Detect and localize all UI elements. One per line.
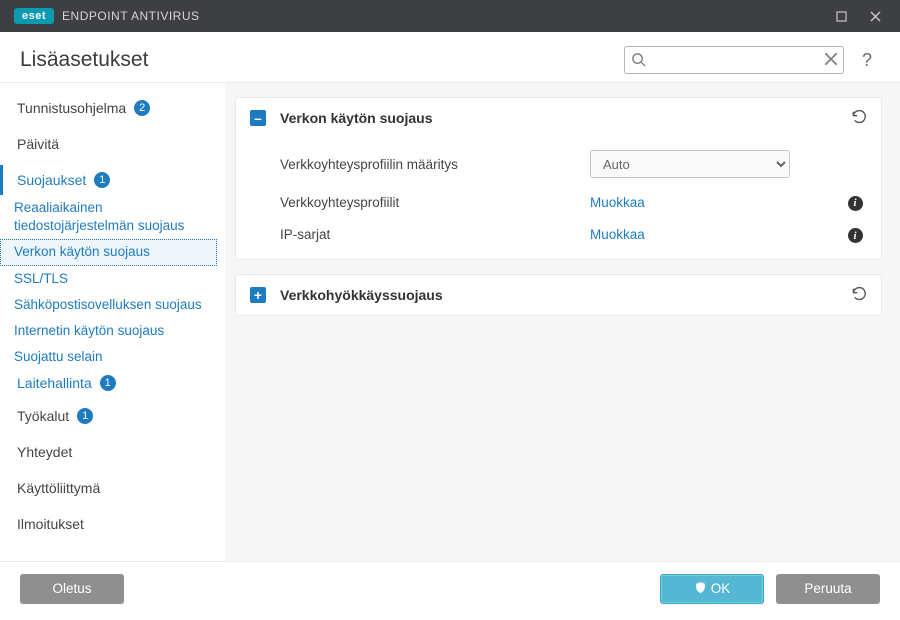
brand-badge: eset <box>14 8 54 24</box>
clear-search-icon[interactable] <box>824 52 838 71</box>
row-profiles: Verkkoyhteysprofiilit Muokkaa i <box>236 186 881 219</box>
sidebar-sub-network-protection[interactable]: Verkon käytön suojaus <box>0 239 217 265</box>
sidebar-item-label: Laitehallinta <box>17 375 92 391</box>
sidebar: Tunnistusohjelma 2 Päivitä Suojaukset 1 … <box>0 83 225 561</box>
row-label: IP-sarjat <box>280 227 590 242</box>
edit-ipsets-link[interactable]: Muokkaa <box>590 227 645 242</box>
sidebar-item-update[interactable]: Päivitä <box>0 129 217 159</box>
row-label: Verkkoyhteysprofiilin määritys <box>280 157 590 172</box>
titlebar: eset ENDPOINT ANTIVIRUS <box>0 0 900 32</box>
main-content: – Verkon käytön suojaus Verkkoyhteysprof… <box>225 83 900 561</box>
info-icon[interactable]: i <box>845 227 865 244</box>
expand-icon: + <box>250 287 266 303</box>
window-maximize-icon[interactable] <box>824 0 858 32</box>
sidebar-item-label: Tunnistusohjelma <box>17 100 126 116</box>
panel-header-network-attack-protection[interactable]: + Verkkohyökkäyssuojaus <box>236 275 881 315</box>
undo-icon[interactable] <box>850 108 867 128</box>
sidebar-item-notifications[interactable]: Ilmoitukset <box>0 509 217 539</box>
info-icon[interactable]: i <box>845 194 865 211</box>
panel-title: Verkkohyökkäyssuojaus <box>280 287 443 303</box>
row-ip-sets: IP-sarjat Muokkaa i <box>236 219 881 252</box>
sidebar-item-label: Suojaukset <box>17 172 86 188</box>
sidebar-item-label: Yhteydet <box>17 444 72 460</box>
page-title: Lisäasetukset <box>20 48 148 72</box>
ok-label: OK <box>711 581 731 596</box>
panel-title: Verkon käytön suojaus <box>280 110 433 126</box>
sidebar-item-label: Työkalut <box>17 408 69 424</box>
sidebar-item-tools[interactable]: Työkalut 1 <box>0 401 217 431</box>
sidebar-item-label: Käyttöliittymä <box>17 480 100 496</box>
profile-assignment-select[interactable]: Auto <box>590 150 790 178</box>
badge: 1 <box>94 172 110 188</box>
search-wrap <box>624 46 844 74</box>
sidebar-sub-secure-browser[interactable]: Suojattu selain <box>0 344 217 370</box>
sidebar-sub-ssl-tls[interactable]: SSL/TLS <box>0 266 217 292</box>
sidebar-sub-realtime-fs[interactable]: Reaaliaikainen tiedostojärjestelmän suoj… <box>0 195 217 239</box>
sidebar-item-label: Ilmoitukset <box>17 516 84 532</box>
help-icon[interactable]: ? <box>854 50 880 71</box>
footer: Oletus OK Peruuta <box>0 561 900 615</box>
shield-icon <box>694 581 707 597</box>
product-name: ENDPOINT ANTIVIRUS <box>62 9 199 23</box>
badge: 1 <box>100 375 116 391</box>
row-profile-assignment: Verkkoyhteysprofiilin määritys Auto <box>236 142 881 186</box>
default-button[interactable]: Oletus <box>20 574 124 604</box>
panel-network-attack-protection: + Verkkohyökkäyssuojaus <box>235 274 882 316</box>
sidebar-item-detection-engine[interactable]: Tunnistusohjelma 2 <box>0 93 217 123</box>
sidebar-item-connections[interactable]: Yhteydet <box>0 437 217 467</box>
sidebar-sub-device-control[interactable]: Laitehallinta 1 <box>0 371 217 395</box>
panel-header-network-protection[interactable]: – Verkon käytön suojaus <box>236 98 881 138</box>
badge: 2 <box>134 100 150 116</box>
cancel-button[interactable]: Peruuta <box>776 574 880 604</box>
sidebar-item-protections[interactable]: Suojaukset 1 <box>0 165 217 195</box>
collapse-icon: – <box>250 110 266 126</box>
window-close-icon[interactable] <box>858 0 892 32</box>
search-icon <box>631 52 646 72</box>
ok-button[interactable]: OK <box>660 574 764 604</box>
search-input[interactable] <box>624 46 844 74</box>
sidebar-sub-web-access[interactable]: Internetin käytön suojaus <box>0 318 217 344</box>
row-label: Verkkoyhteysprofiilit <box>280 195 590 210</box>
badge: 1 <box>77 408 93 424</box>
sidebar-item-label: Päivitä <box>17 136 59 152</box>
undo-icon[interactable] <box>850 285 867 305</box>
panel-network-protection: – Verkon käytön suojaus Verkkoyhteysprof… <box>235 97 882 260</box>
header: Lisäasetukset ? <box>0 32 900 83</box>
sidebar-item-ui[interactable]: Käyttöliittymä <box>0 473 217 503</box>
sidebar-sub-email-client[interactable]: Sähköpostisovelluksen suojaus <box>0 292 217 318</box>
edit-profiles-link[interactable]: Muokkaa <box>590 195 645 210</box>
